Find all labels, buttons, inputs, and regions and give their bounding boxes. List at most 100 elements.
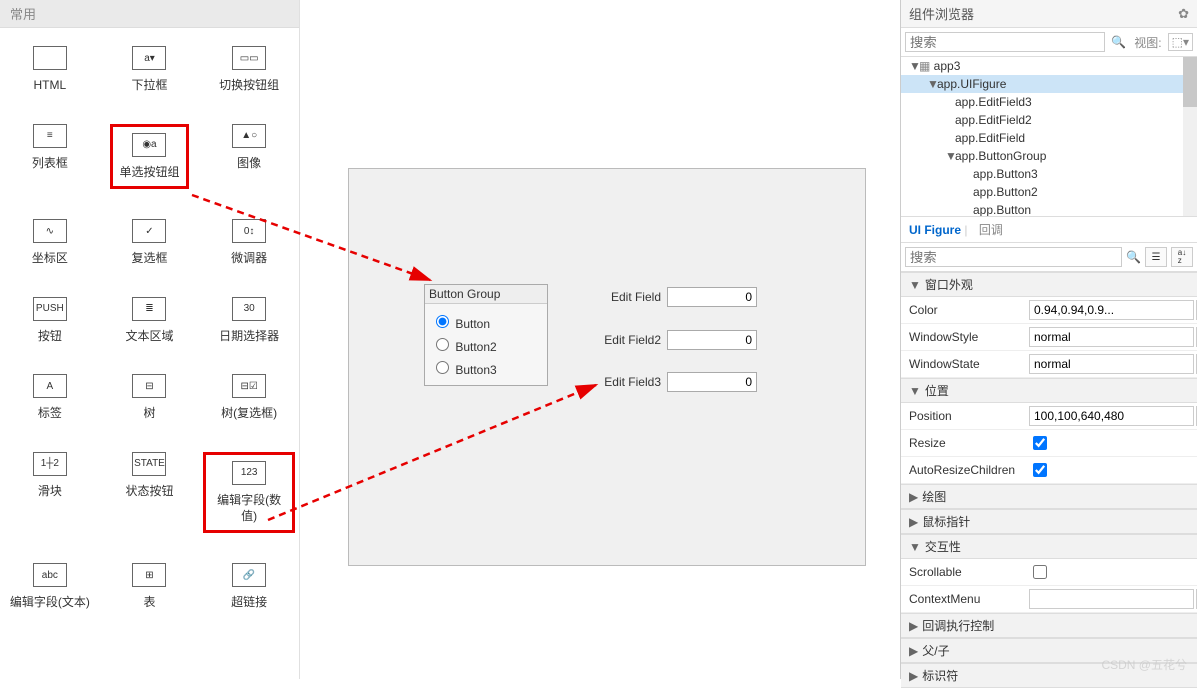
palette-item-微调器[interactable]: 0↕ 微调器 — [199, 201, 299, 279]
prop-windowstate: WindowState ▾ — [901, 351, 1197, 378]
section-interactivity[interactable]: ▼交互性 — [901, 534, 1197, 559]
windowstate-select[interactable] — [1029, 354, 1194, 374]
palette-item-icon: 0↕ — [232, 219, 266, 243]
palette-item-icon: 30 — [232, 297, 266, 321]
palette-item-icon: ≣ — [132, 297, 166, 321]
palette-item-label: 滑块 — [33, 484, 67, 500]
palette-item-滑块[interactable]: 1┼2 滑块 — [0, 434, 100, 545]
palette-item-label: 坐标区 — [32, 251, 68, 267]
section-pointer[interactable]: ▶鼠标指针 — [901, 509, 1197, 534]
button-group[interactable]: Button Group Button Button2 Button3 — [424, 284, 548, 386]
sort-az-button[interactable]: a↓z — [1171, 247, 1193, 267]
palette-item-HTML[interactable]: HTML — [0, 28, 100, 106]
section-callbacks[interactable]: ▶回调执行控制 — [901, 613, 1197, 638]
tree-node[interactable]: app.Button3 — [901, 165, 1197, 183]
palette-item-label: 单选按钮组 — [119, 165, 179, 181]
prop-contextmenu: ContextMenu ▾ — [901, 586, 1197, 613]
section-appearance[interactable]: ▼窗口外观 — [901, 272, 1197, 297]
palette-item-树(复选框)[interactable]: ⊟☑ 树(复选框) — [199, 356, 299, 434]
tree-node[interactable]: app.Button2 — [901, 183, 1197, 201]
prop-resize: Resize — [901, 430, 1197, 457]
palette-item-树[interactable]: ⊟ 树 — [100, 356, 200, 434]
palette-item-icon: ⊞ — [132, 563, 166, 587]
editfield-input[interactable] — [667, 287, 757, 307]
tab-uifigure[interactable]: UI Figure — [909, 223, 961, 237]
palette-item-icon: A — [33, 374, 67, 398]
gear-icon[interactable]: ✿ — [1178, 6, 1189, 22]
component-tree[interactable]: ▼▦ app3▼app.UIFigureapp.EditField3app.Ed… — [901, 57, 1197, 217]
contextmenu-select[interactable] — [1029, 589, 1194, 609]
search-icon[interactable]: 🔍 — [1126, 250, 1141, 264]
tree-node[interactable]: app.EditField3 — [901, 93, 1197, 111]
figure-preview[interactable]: Button Group Button Button2 Button3 Edit… — [348, 168, 866, 566]
position-input[interactable] — [1029, 406, 1194, 426]
autoresize-checkbox[interactable] — [1033, 463, 1047, 477]
palette-item-编辑字段(数值)[interactable]: 123 编辑字段(数值) — [199, 434, 299, 545]
tab-callbacks[interactable]: 回调 — [979, 223, 1003, 237]
tree-node[interactable]: ▼▦ app3 — [901, 57, 1197, 75]
tree-node[interactable]: app.EditField2 — [901, 111, 1197, 129]
palette-item-icon: STATE — [132, 452, 166, 476]
palette-item-切换按钮组[interactable]: ▭▭ 切换按钮组 — [199, 28, 299, 106]
view-option-button[interactable]: ⬚▾ — [1168, 33, 1193, 51]
palette-item-icon: a▾ — [132, 46, 166, 70]
palette-item-label: 标签 — [33, 406, 67, 422]
palette-item-图像[interactable]: ▲○ 图像 — [199, 106, 299, 202]
scrollable-checkbox[interactable] — [1033, 565, 1047, 579]
categorize-button[interactable]: ☰ — [1145, 247, 1167, 267]
windowstyle-select[interactable] — [1029, 327, 1194, 347]
radio-option[interactable]: Button3 — [431, 358, 541, 377]
inspector-panel: 组件浏览器 ✿ 🔍 视图: ⬚▾ ▼▦ app3▼app.UIFigureapp… — [900, 0, 1197, 679]
palette-item-超链接[interactable]: 🔗 超链接 — [199, 545, 299, 623]
palette-item-icon: ≡ — [33, 124, 67, 148]
color-input[interactable] — [1029, 300, 1194, 320]
palette-item-label: 超链接 — [231, 595, 267, 611]
palette-item-label: 树 — [132, 406, 166, 422]
palette-item-label: 表 — [132, 595, 166, 611]
palette-item-复选框[interactable]: ✓ 复选框 — [100, 201, 200, 279]
search-icon[interactable]: 🔍 — [1109, 35, 1128, 49]
palette-item-icon: ◉a — [132, 133, 166, 157]
prop-autoresize: AutoResizeChildren — [901, 457, 1197, 484]
palette-item-label: 编辑字段(文本) — [10, 595, 90, 611]
palette-item-文本区域[interactable]: ≣ 文本区域 — [100, 279, 200, 357]
palette-item-单选按钮组[interactable]: ◉a 单选按钮组 — [100, 106, 200, 202]
palette-item-label: 文本区域 — [125, 329, 173, 345]
prop-search-input[interactable] — [905, 247, 1122, 267]
palette-item-标签[interactable]: A 标签 — [0, 356, 100, 434]
tree-node[interactable]: ▼app.UIFigure — [901, 75, 1197, 93]
radio-option[interactable]: Button — [431, 312, 541, 331]
palette-item-日期选择器[interactable]: 30 日期选择器 — [199, 279, 299, 357]
palette-item-icon: PUSH — [33, 297, 67, 321]
palette-item-状态按钮[interactable]: STATE 状态按钮 — [100, 434, 200, 545]
section-position[interactable]: ▼位置 — [901, 378, 1197, 403]
palette-item-按钮[interactable]: PUSH 按钮 — [0, 279, 100, 357]
prop-scrollable: Scrollable — [901, 559, 1197, 586]
component-palette: 常用 HTML a▾ 下拉框 ▭▭ 切换按钮组 ≡ 列表框 ◉a 单选按钮组 ▲… — [0, 0, 300, 679]
palette-item-label: 图像 — [232, 156, 266, 172]
section-plot[interactable]: ▶绘图 — [901, 484, 1197, 509]
palette-item-编辑字段(文本)[interactable]: abc 编辑字段(文本) — [0, 545, 100, 623]
radio-option[interactable]: Button2 — [431, 335, 541, 354]
palette-item-label: 下拉框 — [131, 78, 167, 94]
palette-item-坐标区[interactable]: ∿ 坐标区 — [0, 201, 100, 279]
inspector-tabs: UI Figure | 回调 — [901, 217, 1197, 243]
prop-color: Color ▾ — [901, 297, 1197, 324]
tree-node[interactable]: app.Button — [901, 201, 1197, 217]
editfield-label: Edit Field — [585, 290, 661, 304]
palette-item-表[interactable]: ⊞ 表 — [100, 545, 200, 623]
palette-item-label: 列表框 — [32, 156, 68, 172]
tree-scrollbar[interactable] — [1183, 57, 1197, 216]
tree-search-input[interactable] — [905, 32, 1105, 52]
tree-node[interactable]: ▼app.ButtonGroup — [901, 147, 1197, 165]
palette-item-下拉框[interactable]: a▾ 下拉框 — [100, 28, 200, 106]
palette-item-label: 编辑字段(数值) — [212, 493, 286, 524]
palette-item-icon: 1┼2 — [33, 452, 67, 476]
resize-checkbox[interactable] — [1033, 436, 1047, 450]
tree-node[interactable]: app.EditField — [901, 129, 1197, 147]
palette-item-icon: ⊟☑ — [232, 374, 266, 398]
palette-item-label: 树(复选框) — [221, 406, 277, 422]
editfield2-input[interactable] — [667, 330, 757, 350]
editfield3-input[interactable] — [667, 372, 757, 392]
palette-item-列表框[interactable]: ≡ 列表框 — [0, 106, 100, 202]
